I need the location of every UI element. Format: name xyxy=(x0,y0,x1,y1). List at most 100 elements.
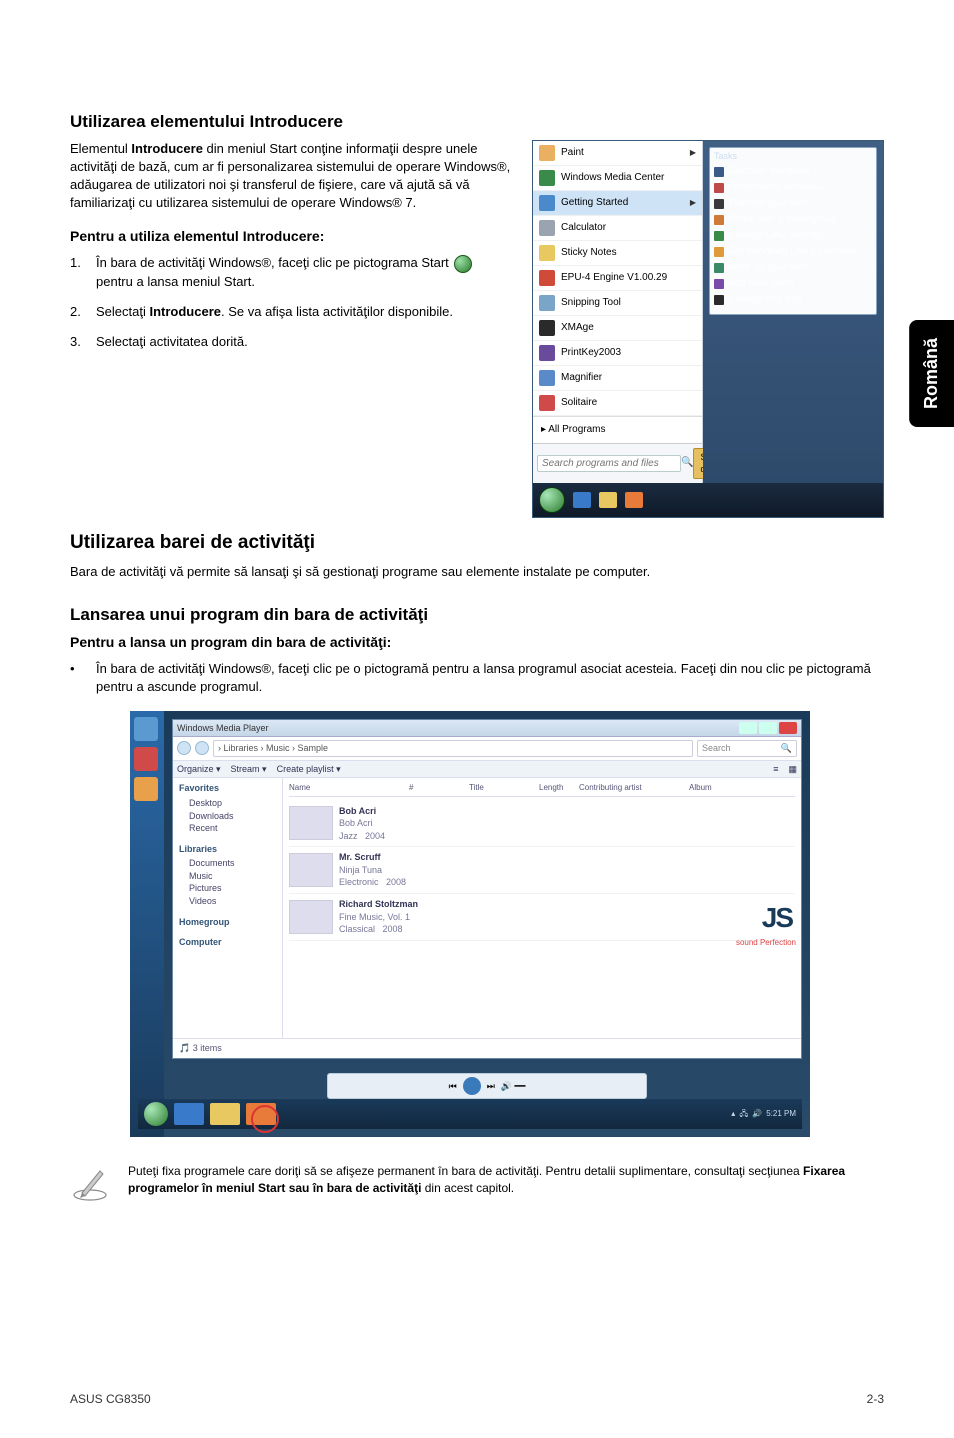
task-item[interactable]: Share with a homegroup xyxy=(714,212,872,228)
nav-item[interactable]: Recent xyxy=(179,822,276,835)
start-menu-item-label: Magnifier xyxy=(561,371,602,385)
start-menu-item-label: Solitaire xyxy=(561,396,597,410)
close-button[interactable] xyxy=(779,722,797,734)
window-title: Windows Media Player xyxy=(177,722,269,735)
maximize-button[interactable] xyxy=(759,722,777,734)
start-menu-item[interactable]: PrintKey2003 xyxy=(533,341,702,366)
col-num[interactable]: # xyxy=(409,782,469,793)
tray-clock[interactable]: 5:21 PM xyxy=(766,1108,796,1119)
section3-title: Lansarea unui program din bara de activi… xyxy=(70,603,884,627)
taskbar-ie-icon[interactable] xyxy=(573,492,591,508)
nav-item[interactable]: Videos xyxy=(179,895,276,908)
col-album[interactable]: Album xyxy=(689,782,769,793)
nav-homegroup[interactable]: Homegroup xyxy=(179,916,276,929)
player-play-icon[interactable] xyxy=(463,1077,481,1095)
nav-libraries[interactable]: Libraries xyxy=(179,843,276,856)
start-menu-screenshot: Paint▶Windows Media CenterGetting Starte… xyxy=(532,140,884,518)
breadcrumb-path[interactable]: › Libraries › Music › Sample xyxy=(213,740,693,757)
section1-title: Utilizarea elementului Introducere xyxy=(70,110,884,134)
col-name[interactable]: Name xyxy=(289,782,409,793)
nav-favorites[interactable]: Favorites xyxy=(179,782,276,795)
step-body: În bara de activităţi Windows®, faceţi c… xyxy=(96,254,514,291)
start-search-input[interactable] xyxy=(537,455,681,472)
minimize-button[interactable] xyxy=(739,722,757,734)
tray-sound-icon[interactable]: 🔊 xyxy=(752,1108,762,1119)
task-label: Back up your files xyxy=(728,261,807,275)
start-menu-item[interactable]: Calculator xyxy=(533,216,702,241)
player-prev-icon[interactable]: ⏮ xyxy=(449,1080,457,1093)
gadget-icon[interactable] xyxy=(134,717,158,741)
task-item[interactable]: Personalize Windows xyxy=(714,180,872,196)
start-menu-item[interactable]: Sticky Notes xyxy=(533,241,702,266)
start-menu-item[interactable]: EPU-4 Engine V1.00.29 xyxy=(533,266,702,291)
start-menu-item[interactable]: XMAge xyxy=(533,316,702,341)
start-menu-item[interactable]: Solitaire xyxy=(533,391,702,416)
search-box[interactable]: Search 🔍 xyxy=(697,740,797,757)
tray-network-icon[interactable]: 🖧 xyxy=(739,1108,748,1119)
forward-button[interactable] xyxy=(195,741,209,755)
task-icon xyxy=(714,231,724,241)
task-item[interactable]: Add new users xyxy=(714,276,872,292)
brand-tagline: sound Perfection xyxy=(736,937,796,948)
nav-item[interactable]: Pictures xyxy=(179,882,276,895)
task-icon xyxy=(714,183,724,193)
app-icon xyxy=(539,170,555,186)
taskbar-ie-icon[interactable] xyxy=(174,1103,204,1125)
task-icon xyxy=(714,199,724,209)
nav-item[interactable]: Desktop xyxy=(179,797,276,810)
start-menu-item[interactable]: Snipping Tool xyxy=(533,291,702,316)
explorer-window: Windows Media Player › Libraries › Music… xyxy=(172,719,802,1059)
nav-computer[interactable]: Computer xyxy=(179,936,276,949)
toolbar-stream[interactable]: Stream ▾ xyxy=(231,763,267,776)
list-item[interactable]: Richard Stoltzman Fine Music, Vol. 1 Cla… xyxy=(289,894,795,941)
task-item[interactable]: Change text size xyxy=(714,292,872,308)
task-icon xyxy=(714,167,724,177)
start-menu-item[interactable]: Windows Media Center xyxy=(533,166,702,191)
nav-item[interactable]: Documents xyxy=(179,857,276,870)
task-item[interactable]: Transfer your files xyxy=(714,196,872,212)
task-item[interactable]: Discover Windows 7 xyxy=(714,164,872,180)
step-number: 3. xyxy=(70,333,96,351)
toolbar: Organize ▾ Stream ▾ Create playlist ▾ ≡ … xyxy=(173,761,801,779)
task-label: Get Windows Live Essentials xyxy=(728,245,857,259)
list-item[interactable]: Mr. Scruff Ninja Tuna Electronic 2008 xyxy=(289,847,795,894)
start-menu-item[interactable]: Paint▶ xyxy=(533,141,702,166)
col-title[interactable]: Title xyxy=(469,782,539,793)
taskbar-explorer-icon[interactable] xyxy=(210,1103,240,1125)
view-icon[interactable]: ▦ xyxy=(788,763,797,776)
media-player-bar: ⏮ ⏭ 🔊 ━━ xyxy=(327,1073,647,1099)
taskbar-explorer-icon[interactable] xyxy=(599,492,617,508)
task-label: Transfer your files xyxy=(728,197,808,211)
start-orb-icon[interactable] xyxy=(539,487,565,513)
taskbar-wmp-icon[interactable] xyxy=(625,492,643,508)
gadget-icon[interactable] xyxy=(134,747,158,771)
tray-icon[interactable]: ▴ xyxy=(731,1108,735,1119)
col-length[interactable]: Length xyxy=(539,782,579,793)
nav-item[interactable]: Downloads xyxy=(179,810,276,823)
start-menu-item-label: Snipping Tool xyxy=(561,296,621,310)
start-menu-item-label: Paint xyxy=(561,146,584,160)
all-programs[interactable]: ▸ All Programs xyxy=(533,416,702,443)
task-item[interactable]: Get Windows Live Essentials xyxy=(714,244,872,260)
window-titlebar: Windows Media Player xyxy=(173,720,801,738)
back-button[interactable] xyxy=(177,741,191,755)
task-item[interactable]: Back up your files xyxy=(714,260,872,276)
nav-pane: Favorites Desktop Downloads Recent Libra… xyxy=(173,778,283,1038)
player-next-icon[interactable]: ⏭ xyxy=(487,1080,495,1093)
view-icon[interactable]: ≡ xyxy=(773,763,778,776)
note-block: Puteţi fixa programele care doriţi să se… xyxy=(70,1163,884,1203)
task-item[interactable]: Change UAC settings xyxy=(714,228,872,244)
start-orb-icon[interactable] xyxy=(144,1102,168,1126)
nav-item[interactable]: Music xyxy=(179,870,276,883)
toolbar-organize[interactable]: Organize ▾ xyxy=(177,763,221,776)
brand-badge: JS sound Perfection xyxy=(736,898,796,948)
toolbar-create-playlist[interactable]: Create playlist ▾ xyxy=(277,763,341,776)
app-icon xyxy=(539,370,555,386)
system-tray: ▴ 🖧 🔊 5:21 PM xyxy=(731,1108,796,1119)
start-menu-item[interactable]: Magnifier xyxy=(533,366,702,391)
gadget-icon[interactable] xyxy=(134,777,158,801)
list-item[interactable]: Bob Acri Bob Acri Jazz 2004 xyxy=(289,801,795,848)
col-artist[interactable]: Contributing artist xyxy=(579,782,689,793)
player-vol-icon[interactable]: 🔊 ━━ xyxy=(501,1080,526,1093)
start-menu-item[interactable]: Getting Started▶ xyxy=(533,191,702,216)
